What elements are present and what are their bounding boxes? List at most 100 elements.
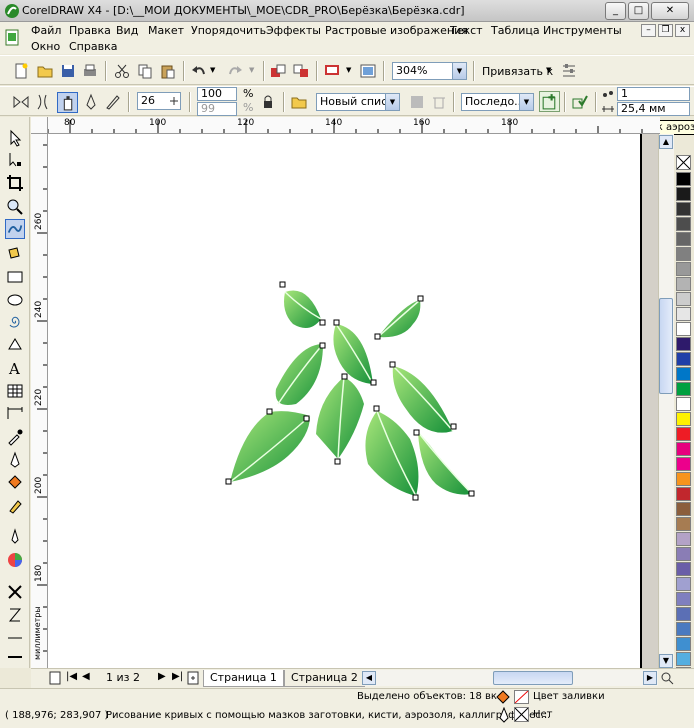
menu-layout[interactable]: Макет	[148, 24, 184, 37]
undo-icon[interactable]	[190, 62, 208, 80]
tab-page-2[interactable]: Страница 2	[284, 670, 365, 687]
color-swatch[interactable]	[676, 172, 691, 186]
eyedropper-tool-icon[interactable]	[5, 427, 25, 447]
calligraphic-mode-icon[interactable]	[82, 93, 100, 111]
color-swatch[interactable]	[676, 232, 691, 246]
add-page-icon[interactable]	[48, 671, 62, 685]
spacing-field[interactable]: 25,4 мм	[617, 102, 690, 116]
import-icon[interactable]	[269, 62, 287, 80]
rectangle-tool-icon[interactable]	[5, 267, 25, 287]
thin-outline-icon[interactable]	[5, 628, 25, 648]
save-spraylist-icon[interactable]	[408, 93, 426, 111]
next-page-icon[interactable]: ▶	[158, 671, 166, 682]
scroll-up-arrow[interactable]: ▲	[659, 135, 673, 149]
hairline-icon[interactable]	[5, 605, 25, 625]
smart-fill-tool-icon[interactable]	[5, 244, 25, 264]
color-swatch[interactable]	[676, 487, 691, 501]
color-swatch[interactable]	[676, 322, 691, 336]
menu-bitmaps[interactable]: Растровые изображения	[325, 24, 468, 37]
outline-tool-icon[interactable]	[5, 450, 25, 470]
options-icon[interactable]	[560, 62, 578, 80]
crop-tool-icon[interactable]	[5, 173, 25, 193]
scroll-down-arrow[interactable]: ▼	[659, 654, 673, 668]
menu-window[interactable]: Окно	[31, 40, 60, 53]
pressure-mode-icon[interactable]	[104, 93, 122, 111]
close-button[interactable]: ✕	[651, 2, 689, 20]
color-swatch[interactable]	[676, 202, 691, 216]
dimension-tool-icon[interactable]	[5, 404, 25, 424]
color-swatch[interactable]	[676, 187, 691, 201]
color-swatch[interactable]	[676, 472, 691, 486]
menu-edit[interactable]: Правка	[69, 24, 111, 37]
menu-view[interactable]: Вид	[116, 24, 138, 37]
outline-pen-icon[interactable]	[5, 527, 25, 547]
add-to-spraylist-button[interactable]	[539, 91, 560, 112]
color-swatch[interactable]	[676, 217, 691, 231]
no-color-swatch[interactable]	[676, 155, 691, 170]
last-page-icon[interactable]: ▶|	[172, 671, 183, 682]
color-swatch[interactable]	[676, 652, 691, 666]
outline-color-swatch[interactable]	[514, 707, 529, 722]
menu-effects[interactable]: Эффекты	[266, 24, 321, 37]
horizontal-scroll-thumb[interactable]	[493, 671, 573, 685]
color-swatch[interactable]	[676, 292, 691, 306]
interactive-fill-tool-icon[interactable]	[5, 496, 25, 516]
minimize-button[interactable]: _	[605, 2, 626, 20]
color-swatch[interactable]	[676, 547, 691, 561]
menu-text[interactable]: Текст	[450, 24, 483, 37]
color-swatch[interactable]	[676, 607, 691, 621]
shape-tool-icon[interactable]	[5, 150, 25, 170]
fill-color-swatch[interactable]	[514, 690, 529, 704]
leaf-spray-artwork[interactable]	[48, 134, 658, 668]
add-page-after-icon[interactable]	[186, 671, 200, 685]
fill-tool-icon[interactable]	[5, 473, 25, 493]
color-swatch[interactable]	[676, 352, 691, 366]
vertical-scroll-thumb[interactable]	[659, 298, 673, 394]
text-tool-icon[interactable]: A	[5, 358, 25, 378]
menu-tools[interactable]: Инструменты	[543, 24, 622, 37]
color-wheel-icon[interactable]	[5, 550, 25, 570]
color-swatch[interactable]	[676, 367, 691, 381]
spraylist-dialog-icon[interactable]	[571, 93, 589, 111]
prev-page-icon[interactable]: ◀	[82, 671, 90, 682]
color-swatch[interactable]	[676, 307, 691, 321]
table-tool-icon[interactable]	[5, 381, 25, 401]
color-swatch[interactable]	[676, 457, 691, 471]
color-swatch[interactable]	[676, 622, 691, 636]
drawing-canvas[interactable]	[48, 134, 658, 668]
brush-mode-icon[interactable]	[34, 93, 52, 111]
redo-icon[interactable]	[226, 62, 244, 80]
color-swatch[interactable]	[676, 397, 691, 411]
sprayer-mode-button[interactable]	[57, 92, 78, 113]
color-swatch[interactable]	[676, 337, 691, 351]
color-swatch[interactable]	[676, 637, 691, 651]
no-outline-icon[interactable]	[5, 582, 25, 602]
color-swatch[interactable]	[676, 427, 691, 441]
color-swatch[interactable]	[676, 412, 691, 426]
pick-tool-icon[interactable]	[5, 128, 25, 148]
color-swatch[interactable]	[676, 577, 691, 591]
snap-to-label[interactable]: Привязать к	[482, 65, 553, 78]
new-document-icon[interactable]	[12, 62, 30, 80]
menu-table[interactable]: Таблица	[491, 24, 540, 37]
zoom-tool-icon[interactable]	[5, 197, 25, 217]
copy-icon[interactable]	[136, 62, 154, 80]
navigator-zoom-icon[interactable]	[660, 671, 674, 685]
menu-arrange[interactable]: Упорядочить	[191, 24, 266, 37]
doc-restore-button[interactable]: ❐	[658, 24, 673, 37]
scroll-right-arrow[interactable]: ▶	[643, 671, 657, 685]
menu-help[interactable]: Справка	[69, 40, 117, 53]
dabs-field[interactable]: 1	[617, 87, 690, 101]
application-launcher-icon[interactable]	[323, 62, 341, 80]
maximize-button[interactable]: □	[628, 2, 649, 20]
spray-order-dropdown-arrow[interactable]: ▼	[519, 94, 533, 110]
scroll-left-arrow[interactable]: ◀	[362, 671, 376, 685]
menu-file[interactable]: Файл	[31, 24, 61, 37]
color-swatch[interactable]	[676, 442, 691, 456]
vertical-scrollbar[interactable]	[658, 134, 674, 668]
export-icon[interactable]	[292, 62, 310, 80]
open-spraylist-folder-icon[interactable]	[290, 93, 308, 111]
spraylist-dropdown-arrow[interactable]: ▼	[385, 94, 399, 110]
zoom-dropdown-arrow[interactable]: ▼	[452, 63, 466, 79]
first-page-icon[interactable]: |◀	[66, 671, 77, 682]
